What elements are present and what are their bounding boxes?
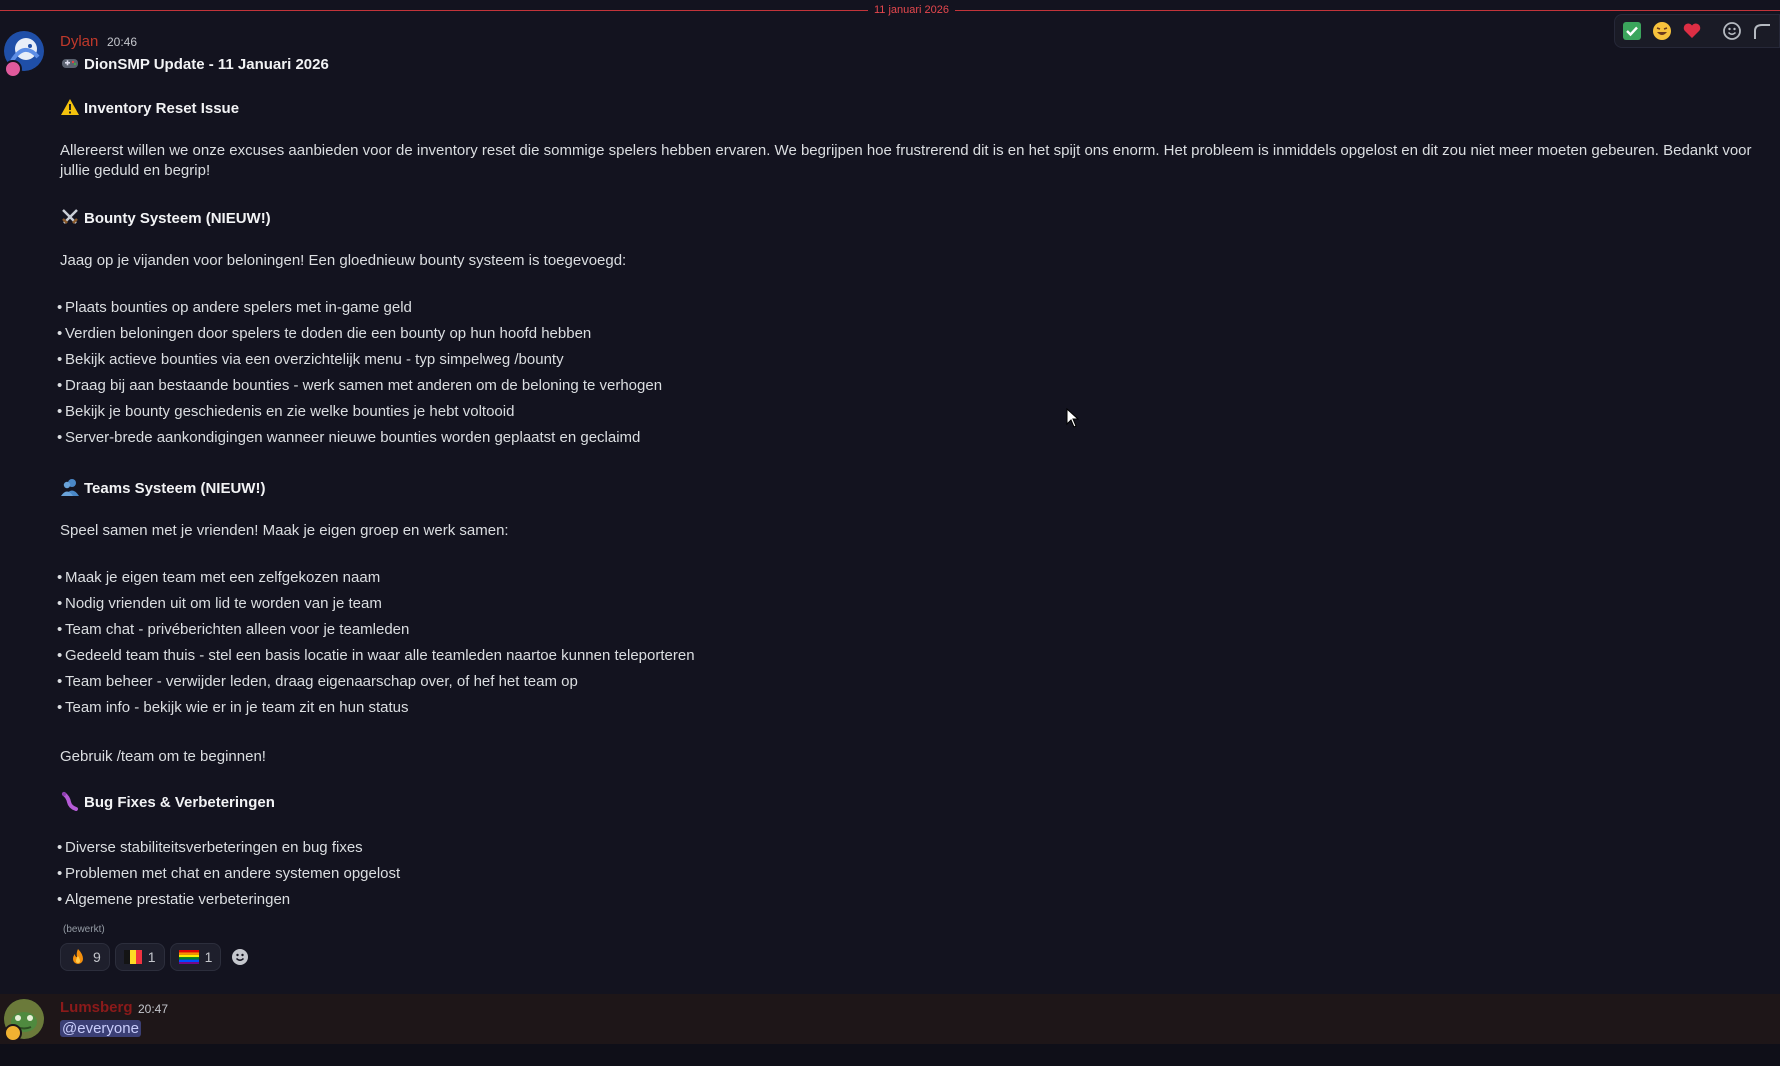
reaction-rainbow-flag[interactable]: 1 xyxy=(169,943,222,971)
rainbow-flag-icon xyxy=(178,950,199,964)
mouse-cursor-icon xyxy=(1066,408,1080,428)
list-item: Plaats bounties op andere spelers met in… xyxy=(57,298,412,318)
author-name[interactable]: Lumsberg xyxy=(60,999,133,1016)
list-item: Draag bij aan bestaande bounties - werk … xyxy=(57,376,662,396)
message-title: DionSMP Update - 11 Januari 2026 xyxy=(60,53,329,75)
crossed-swords-icon xyxy=(62,209,78,224)
gamepad-icon xyxy=(62,59,78,68)
heart-icon xyxy=(1683,23,1701,38)
list-item: Bekijk je bounty geschiedenis en zie wel… xyxy=(57,402,514,422)
list-item: Bekijk actieve bounties via een overzich… xyxy=(57,350,564,370)
add-reaction-icon xyxy=(1723,22,1741,40)
chat-bottom-area xyxy=(0,1044,1780,1066)
people-icon xyxy=(61,479,79,496)
section-heading-inventory: Inventory Reset Issue xyxy=(60,97,239,119)
reaction-count: 1 xyxy=(147,949,156,965)
reaction-fire[interactable]: 9 xyxy=(60,943,110,971)
status-badge xyxy=(4,60,22,78)
check-reaction-button[interactable] xyxy=(1621,20,1643,42)
teams-intro: Speel samen met je vrienden! Maak je eig… xyxy=(60,522,509,539)
laugh-reaction-button[interactable] xyxy=(1651,20,1673,42)
add-reaction-button[interactable] xyxy=(226,943,254,971)
reaction-count: 1 xyxy=(204,949,213,965)
warning-icon xyxy=(61,99,79,115)
list-item: Team beheer - verwijder leden, draag eig… xyxy=(57,672,578,692)
add-reaction-icon xyxy=(232,949,249,965)
list-item: Maak je eigen team met een zelfgekozen n… xyxy=(57,568,380,588)
list-item: Algemene prestatie verbeteringen xyxy=(57,890,290,910)
bounty-intro: Jaag op je vijanden voor beloningen! Een… xyxy=(60,252,627,269)
section-heading-bounty: Bounty Systeem (NIEUW!) xyxy=(60,207,271,229)
message-text: @everyone xyxy=(60,1019,141,1039)
laughing-icon xyxy=(1653,22,1671,40)
list-item: Verdien beloningen door spelers te doden… xyxy=(57,324,591,344)
edited-label: (bewerkt) xyxy=(63,924,105,935)
list-item: Nodig vrienden uit om lid te worden van … xyxy=(57,594,382,614)
check-mark-icon xyxy=(1623,22,1641,40)
everyone-mention[interactable]: @everyone xyxy=(60,1020,141,1037)
fire-icon xyxy=(73,949,83,964)
section-heading-bugs: Bug Fixes & Verbeteringen xyxy=(60,791,275,813)
list-item: Gedeeld team thuis - stel een basis loca… xyxy=(57,646,695,666)
reactions-bar: 9 1 1 xyxy=(60,943,254,971)
add-reaction-button[interactable] xyxy=(1721,20,1743,42)
message-hover-toolbar xyxy=(1614,14,1780,48)
teams-outro: Gebruik /team om te beginnen! xyxy=(60,748,266,765)
timestamp[interactable]: 20:46 xyxy=(107,35,137,49)
status-badge xyxy=(4,1024,22,1042)
list-item: Team chat - privéberichten alleen voor j… xyxy=(57,620,409,640)
divider-date: 11 januari 2026 xyxy=(868,3,956,17)
list-item: Problemen met chat en andere systemen op… xyxy=(57,864,400,884)
reaction-belgium-flag[interactable]: 1 xyxy=(114,943,165,971)
section-heading-teams: Teams Systeem (NIEUW!) xyxy=(60,477,265,499)
list-item: Team info - bekijk wie er in je team zit… xyxy=(57,698,408,718)
belgium-flag-icon xyxy=(123,950,142,964)
bug-icon xyxy=(62,792,78,811)
list-item: Server-brede aankondigingen wanneer nieu… xyxy=(57,428,640,448)
reply-icon xyxy=(1754,24,1770,39)
timestamp[interactable]: 20:47 xyxy=(138,1002,168,1016)
reply-button[interactable] xyxy=(1751,20,1773,42)
message-mention-highlight: Lumsberg 20:47 @everyone xyxy=(0,994,1780,1044)
list-item: Diverse stabiliteitsverbeteringen en bug… xyxy=(57,838,363,858)
author-name[interactable]: Dylan xyxy=(60,33,98,50)
inventory-text: Allereerst willen we onze excuses aanbie… xyxy=(60,142,1752,179)
reaction-count: 9 xyxy=(93,949,101,965)
heart-reaction-button[interactable] xyxy=(1681,20,1703,42)
